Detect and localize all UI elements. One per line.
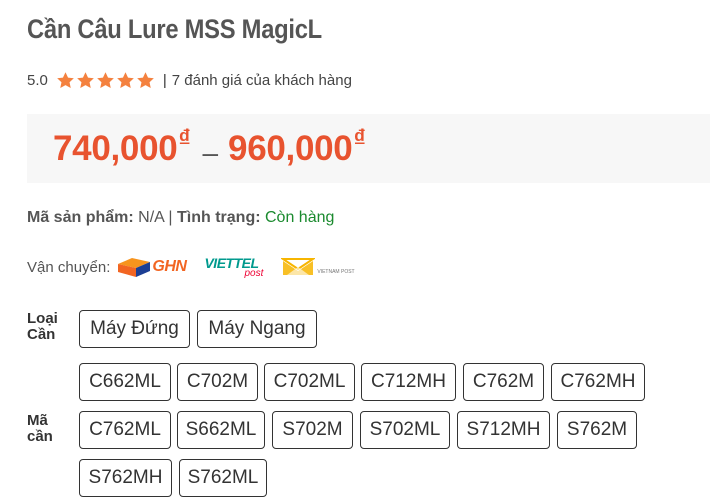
ghn-logo: GHN — [116, 256, 187, 278]
price-max-value: 960,000 — [228, 128, 353, 168]
product-meta: Mã sản phẩm: N/A | Tình trạng: Còn hàng — [27, 209, 334, 227]
sku-label: Mã sản phẩm: — [27, 209, 134, 226]
price-range-dash: – — [202, 136, 219, 168]
option-s762ml[interactable]: S762ML — [179, 459, 267, 497]
post-text: post — [244, 267, 264, 279]
rating-separator: | — [162, 71, 167, 89]
option-c762m[interactable]: C762M — [463, 363, 544, 401]
currency-symbol: ₫ — [178, 124, 191, 152]
option-s702ml[interactable]: S702ML — [360, 411, 450, 449]
sku-value: N/A — [138, 209, 164, 226]
meta-separator: | — [168, 209, 173, 226]
rod-type-label: Loại Cần — [27, 311, 58, 343]
option-c702m[interactable]: C702M — [177, 363, 258, 401]
star-icon — [77, 71, 94, 88]
option-may-ngang[interactable]: Máy Ngang — [197, 310, 317, 348]
price-box: 740,000 ₫ – 960,000 ₫ — [27, 114, 710, 183]
option-s702m[interactable]: S702M — [272, 411, 353, 449]
rating-score: 5.0 — [27, 71, 48, 89]
option-c762ml[interactable]: C762ML — [79, 411, 171, 449]
shipping-row: Vận chuyển: GHN VIETTEL post VIETNAM POS… — [27, 252, 373, 282]
rod-code-label: Mã cần — [27, 413, 53, 445]
rod-code-label-line1: Mã — [27, 412, 48, 429]
option-c712mh[interactable]: C712MH — [361, 363, 456, 401]
option-may-dung[interactable]: Máy Đứng — [79, 310, 190, 348]
vietnam-post-logo: VIETNAM POST — [281, 255, 355, 279]
option-c702ml[interactable]: C702ML — [264, 363, 355, 401]
option-s762mh[interactable]: S762MH — [79, 459, 172, 497]
currency-symbol: ₫ — [353, 124, 366, 152]
option-c662ml[interactable]: C662ML — [79, 363, 171, 401]
rating-stars — [56, 71, 155, 90]
rod-code-label-line2: cần — [27, 428, 53, 445]
star-icon — [97, 71, 114, 88]
star-icon — [117, 71, 134, 88]
ghn-text: GHN — [152, 258, 187, 275]
star-icon — [57, 71, 74, 88]
vietnam-post-text: VIETNAM POST — [317, 269, 355, 275]
stock-status: Còn hàng — [265, 209, 335, 226]
star-icon — [137, 71, 154, 88]
price-min: 740,000 ₫ — [53, 125, 191, 169]
shipping-label: Vận chuyển: — [27, 258, 111, 276]
option-s662ml[interactable]: S662ML — [177, 411, 265, 449]
option-s712mh[interactable]: S712MH — [457, 411, 550, 449]
price-max: 960,000 ₫ — [228, 125, 366, 169]
price-min-value: 740,000 — [53, 128, 178, 168]
status-label: Tình trạng: — [177, 209, 261, 226]
option-c762mh[interactable]: C762MH — [551, 363, 645, 401]
rod-type-label-line1: Loại — [27, 310, 58, 327]
option-s762m[interactable]: S762M — [557, 411, 637, 449]
ghn-box-icon — [118, 258, 151, 277]
rating-row: 5.0 | 7 đánh giá của khách hàng — [27, 68, 352, 92]
review-count-link[interactable]: 7 đánh giá của khách hàng — [172, 72, 352, 89]
product-title: Cần Câu Lure MSS MagicL — [27, 14, 322, 44]
rod-type-label-line2: Cần — [27, 326, 56, 343]
vietnam-post-icon — [281, 258, 316, 275]
viettel-post-logo: VIETTEL post — [204, 256, 263, 279]
